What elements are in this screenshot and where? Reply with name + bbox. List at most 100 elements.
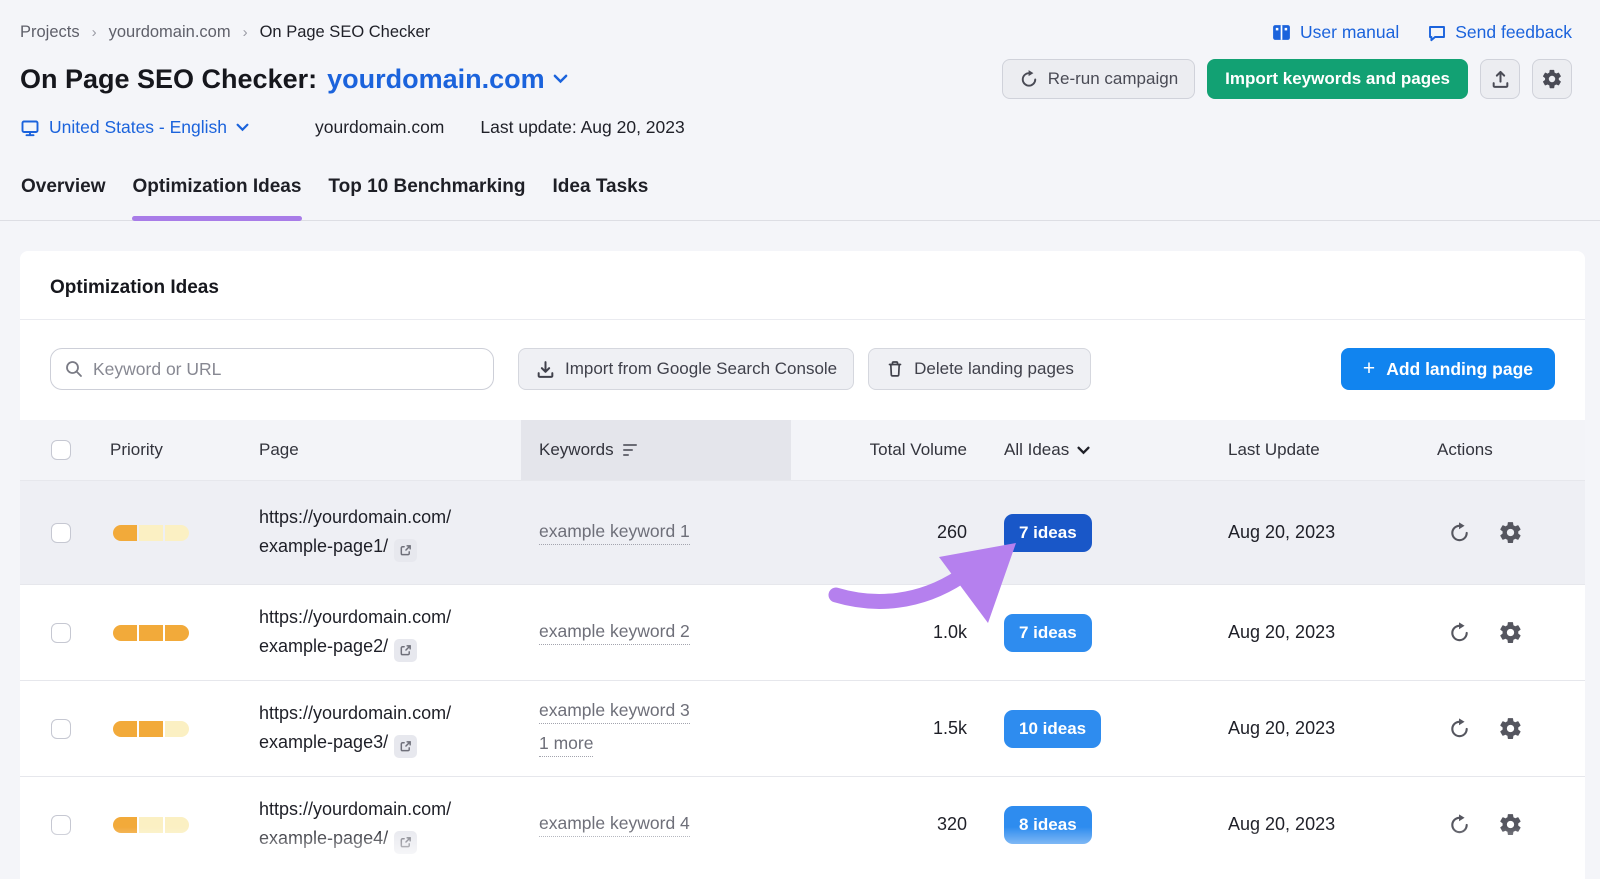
chevron-down-icon — [236, 123, 249, 132]
last-update-value: Aug 20, 2023 — [1228, 718, 1336, 738]
ideas-button[interactable]: 8 ideas — [1004, 805, 1092, 844]
book-icon — [1271, 22, 1292, 43]
tab-top-10-benchmarking[interactable]: Top 10 Benchmarking — [327, 170, 526, 220]
rerun-campaign-label: Re-run campaign — [1047, 69, 1179, 88]
rerun-row-button[interactable] — [1448, 621, 1471, 644]
card-title: Optimization Ideas — [20, 251, 1585, 320]
breadcrumb-current: On Page SEO Checker — [259, 23, 431, 41]
tab-idea-tasks[interactable]: Idea Tasks — [552, 170, 650, 220]
import-gsc-button[interactable]: Import from Google Search Console — [518, 348, 855, 390]
search-icon — [65, 360, 83, 378]
ideas-table: Priority Page Keywords Total Volume All … — [20, 420, 1585, 872]
delete-landing-pages-button[interactable]: Delete landing pages — [868, 348, 1091, 390]
feedback-bubble-icon — [1427, 23, 1447, 43]
gear-icon — [1498, 812, 1523, 837]
campaign-domain-text: yourdomain.com — [315, 117, 445, 137]
rerun-row-button[interactable] — [1448, 521, 1471, 544]
external-link-icon[interactable] — [394, 639, 418, 663]
ideas-button[interactable]: 7 ideas — [1004, 513, 1092, 552]
breadcrumb-separator-icon: › — [242, 24, 248, 41]
row-checkbox[interactable] — [51, 522, 71, 543]
add-landing-page-label: Add landing page — [1386, 358, 1533, 379]
page-header: Projects › yourdomain.com › On Page SEO … — [0, 0, 1600, 138]
total-volume-value: 320 — [936, 814, 967, 834]
campaign-domain-label: yourdomain.com — [327, 63, 545, 94]
refresh-icon — [1448, 717, 1471, 740]
locale-dropdown[interactable]: United States - English — [20, 117, 249, 138]
page-url: https://yourdomain.com/ example-page1/ — [259, 503, 451, 563]
send-feedback-label: Send feedback — [1455, 22, 1572, 42]
rerun-row-button[interactable] — [1448, 813, 1471, 836]
row-checkbox[interactable] — [51, 814, 71, 835]
chevron-down-icon — [1077, 446, 1090, 455]
user-manual-link[interactable]: User manual — [1271, 22, 1399, 43]
search-box — [50, 348, 494, 390]
chevron-down-icon — [553, 74, 568, 84]
ideas-button[interactable]: 7 ideas — [1004, 613, 1092, 652]
export-button[interactable] — [1480, 59, 1520, 99]
priority-bar — [113, 524, 189, 541]
page-url: https://yourdomain.com/ example-page3/ — [259, 699, 451, 759]
refresh-icon — [1019, 69, 1039, 89]
select-all-checkbox[interactable] — [51, 440, 71, 460]
breadcrumb-projects[interactable]: Projects — [20, 23, 80, 42]
page-url: https://yourdomain.com/ example-page4/ — [259, 795, 451, 855]
campaign-domain-dropdown[interactable]: yourdomain.com — [327, 64, 568, 95]
send-feedback-link[interactable]: Send feedback — [1427, 22, 1572, 43]
user-manual-label: User manual — [1300, 22, 1400, 42]
row-settings-button[interactable] — [1498, 620, 1523, 645]
priority-bar — [113, 720, 189, 737]
keyword-link[interactable]: example keyword 4 — [539, 813, 690, 837]
refresh-icon — [1448, 521, 1471, 544]
col-priority: Priority — [110, 440, 163, 459]
row-checkbox[interactable] — [51, 622, 71, 643]
sort-icon — [622, 443, 637, 457]
rerun-row-button[interactable] — [1448, 717, 1471, 740]
more-keywords-link[interactable]: 1 more — [539, 733, 594, 757]
refresh-icon — [1448, 621, 1471, 644]
last-update-value: Aug 20, 2023 — [1228, 522, 1336, 542]
keyword-link[interactable]: example keyword 1 — [539, 521, 690, 545]
table-header: Priority Page Keywords Total Volume All … — [20, 420, 1585, 480]
total-volume-value: 260 — [936, 522, 967, 542]
trash-icon — [885, 359, 905, 379]
breadcrumb-domain[interactable]: yourdomain.com — [109, 23, 231, 42]
row-settings-button[interactable] — [1498, 520, 1523, 545]
import-keywords-label: Import keywords and pages — [1225, 69, 1450, 88]
add-landing-page-button[interactable]: + Add landing page — [1340, 348, 1555, 390]
locale-label: United States - English — [49, 117, 228, 137]
rerun-campaign-button[interactable]: Re-run campaign — [1001, 59, 1196, 99]
settings-button[interactable] — [1532, 59, 1572, 99]
row-checkbox[interactable] — [51, 718, 71, 739]
monitor-icon — [20, 118, 40, 138]
col-total-volume: Total Volume — [869, 440, 967, 459]
page-url: https://yourdomain.com/ example-page2/ — [259, 603, 451, 663]
priority-bar — [113, 624, 189, 641]
tab-overview[interactable]: Overview — [20, 170, 107, 220]
all-ideas-filter[interactable]: All Ideas — [1004, 440, 1090, 460]
search-input[interactable] — [93, 358, 479, 380]
tab-optimization-ideas[interactable]: Optimization Ideas — [131, 170, 303, 221]
keyword-link[interactable]: example keyword 3 — [539, 700, 690, 724]
delete-landing-pages-label: Delete landing pages — [914, 359, 1074, 378]
import-gsc-label: Import from Google Search Console — [565, 359, 838, 378]
col-keywords-sort[interactable]: Keywords — [521, 420, 791, 480]
col-page: Page — [259, 440, 299, 459]
external-link-icon[interactable] — [394, 831, 418, 855]
card-toolbar: Import from Google Search Console Delete… — [20, 320, 1585, 390]
priority-bar — [113, 816, 189, 833]
last-update-value: Aug 20, 2023 — [1228, 622, 1336, 642]
table-row: https://yourdomain.com/ example-page4/ e… — [20, 776, 1585, 872]
plus-icon: + — [1362, 356, 1376, 380]
gear-icon — [1498, 716, 1523, 741]
ideas-button[interactable]: 10 ideas — [1004, 709, 1102, 748]
total-volume-value: 1.0k — [932, 622, 967, 642]
row-settings-button[interactable] — [1498, 716, 1523, 741]
external-link-icon[interactable] — [394, 539, 418, 563]
row-settings-button[interactable] — [1498, 812, 1523, 837]
col-last-update: Last Update — [1228, 440, 1320, 459]
keyword-link[interactable]: example keyword 2 — [539, 621, 690, 645]
total-volume-value: 1.5k — [932, 718, 967, 738]
external-link-icon[interactable] — [394, 735, 418, 759]
import-keywords-button[interactable]: Import keywords and pages — [1207, 59, 1468, 99]
